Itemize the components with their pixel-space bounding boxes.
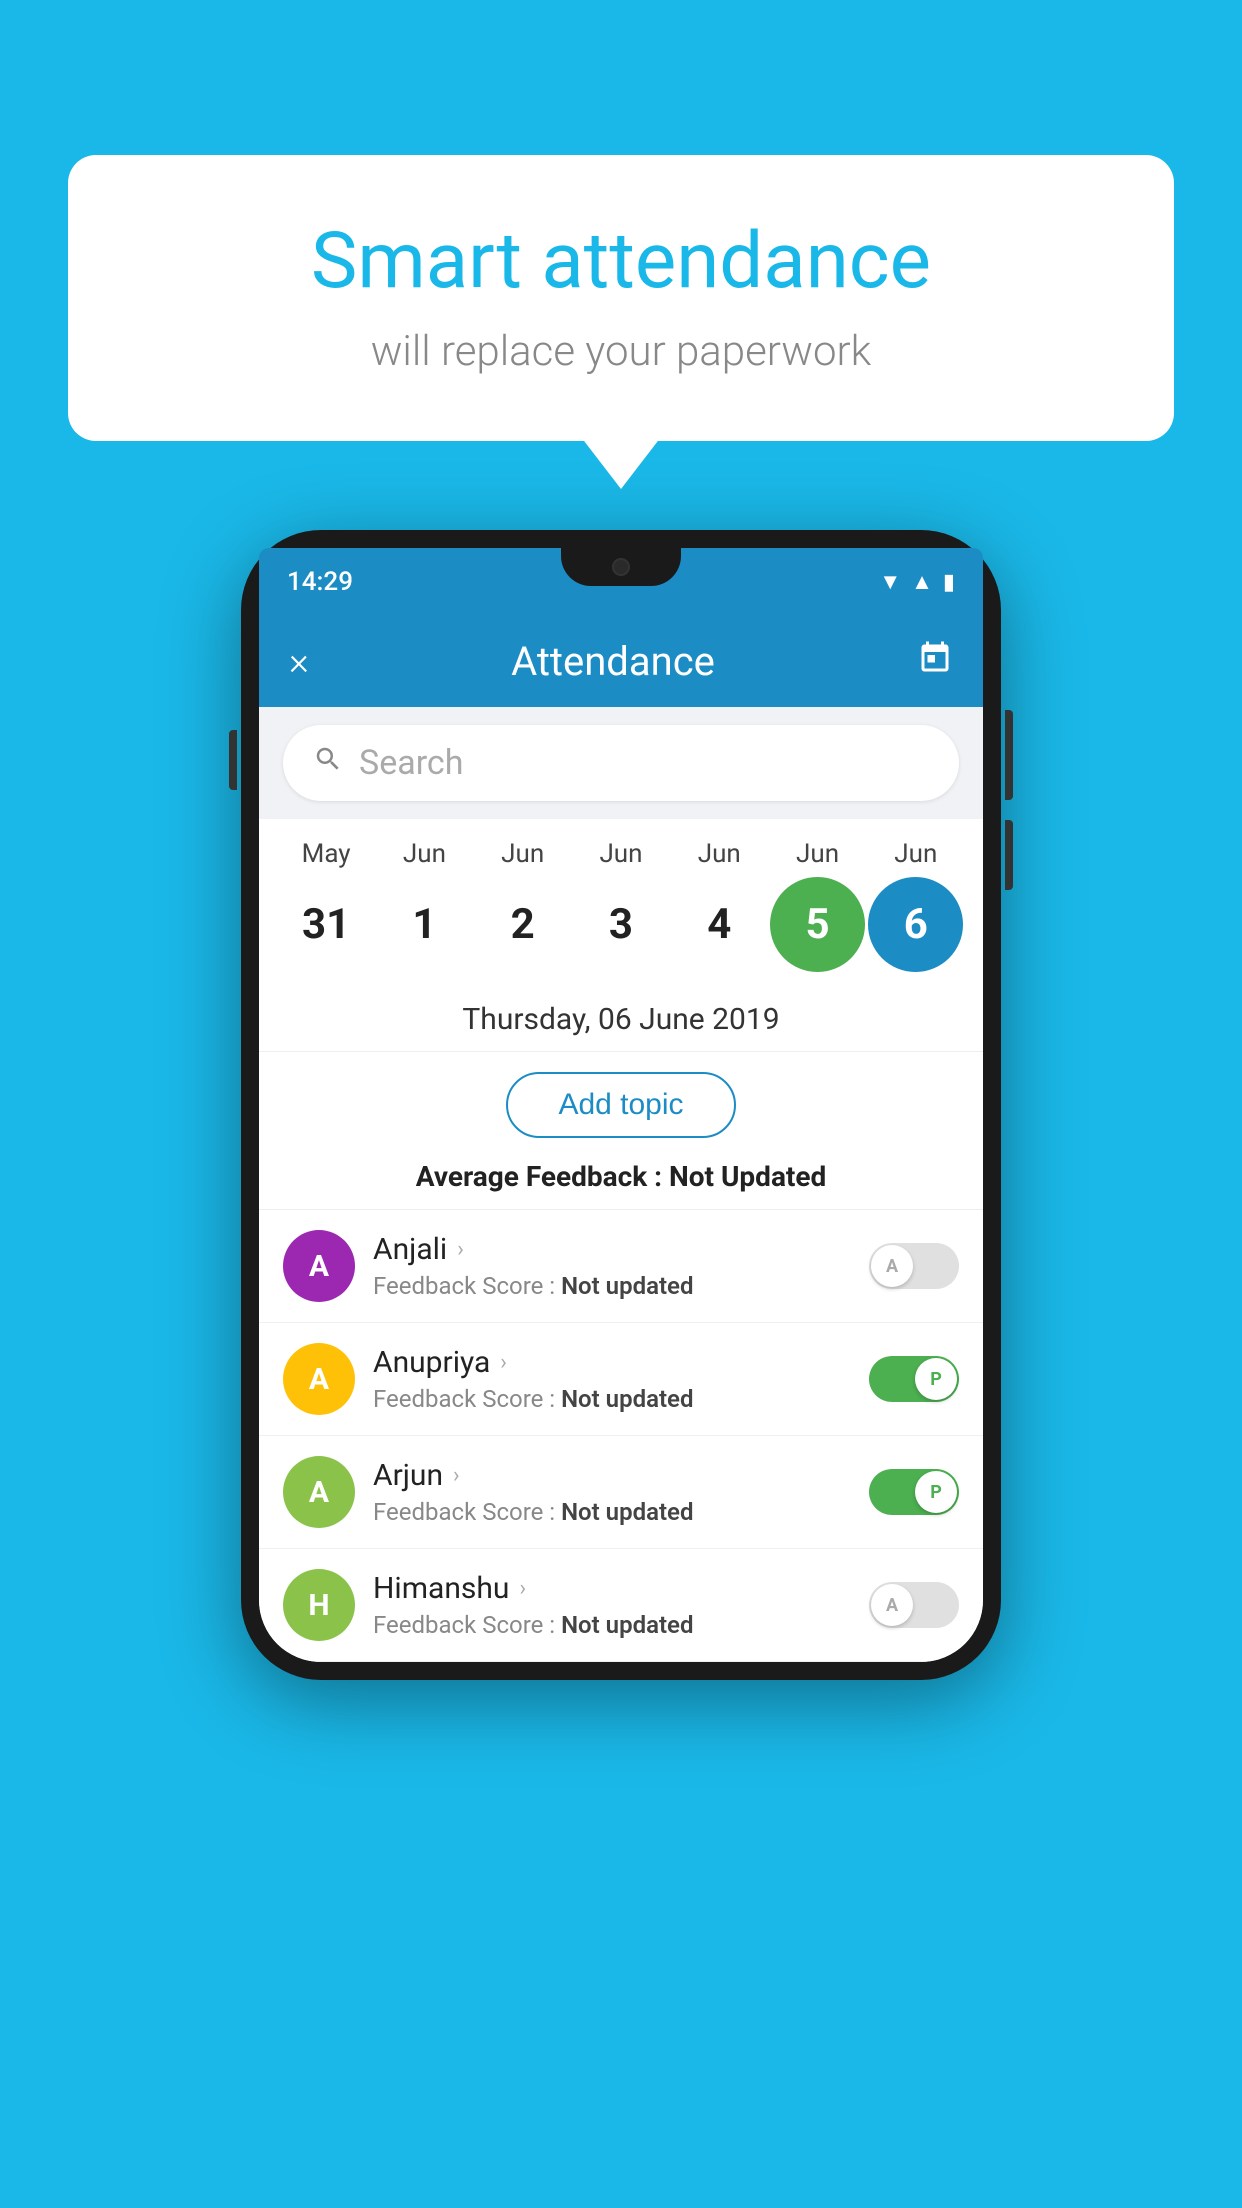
student-feedback-1: Feedback Score : Not updated (373, 1385, 851, 1413)
side-button-left (229, 730, 237, 790)
calendar-strip: MayJunJunJunJunJunJun 31123456 (259, 819, 983, 982)
bubble-subtitle: will replace your paperwork (118, 327, 1124, 376)
toggle-thumb-1: P (915, 1358, 957, 1400)
notch (561, 548, 681, 586)
student-list: A Anjali › Feedback Score : Not updated … (259, 1210, 983, 1662)
phone-wrapper: 14:29 ▼ ▲ ▮ × Attendance (241, 530, 1001, 1680)
side-button-right-1 (1005, 710, 1013, 800)
attendance-toggle-1[interactable]: P (869, 1356, 959, 1402)
attendance-toggle-0[interactable]: A (869, 1243, 959, 1289)
add-topic-container: Add topic (259, 1052, 983, 1154)
calendar-months-row: MayJunJunJunJunJunJun (269, 839, 973, 869)
toggle-thumb-2: P (915, 1471, 957, 1513)
average-feedback: Average Feedback : Not Updated (259, 1154, 983, 1210)
student-feedback-2: Feedback Score : Not updated (373, 1498, 851, 1526)
student-item-0: A Anjali › Feedback Score : Not updated … (259, 1210, 983, 1323)
student-name-2[interactable]: Arjun › (373, 1458, 851, 1493)
phone-frame: 14:29 ▼ ▲ ▮ × Attendance (241, 530, 1001, 1680)
search-container: Search (259, 707, 983, 819)
student-info-2: Arjun › Feedback Score : Not updated (355, 1458, 869, 1526)
cal-date-3[interactable]: 3 (573, 877, 668, 972)
attendance-toggle-wrapper-3[interactable]: A (869, 1582, 959, 1628)
search-bar[interactable]: Search (283, 725, 959, 801)
attendance-toggle-wrapper-1[interactable]: P (869, 1356, 959, 1402)
student-info-0: Anjali › Feedback Score : Not updated (355, 1232, 869, 1300)
chevron-icon-1: › (500, 1350, 507, 1375)
calendar-icon[interactable] (917, 640, 953, 684)
student-avatar-3: H (283, 1569, 355, 1641)
cal-date-0[interactable]: 31 (279, 877, 374, 972)
chevron-icon-3: › (519, 1576, 526, 1601)
status-bar: 14:29 ▼ ▲ ▮ (259, 548, 983, 616)
add-topic-button[interactable]: Add topic (506, 1072, 735, 1138)
attendance-toggle-wrapper-2[interactable]: P (869, 1469, 959, 1515)
student-info-3: Himanshu › Feedback Score : Not updated (355, 1571, 869, 1639)
student-name-0[interactable]: Anjali › (373, 1232, 851, 1267)
student-name-3[interactable]: Himanshu › (373, 1571, 851, 1606)
chevron-icon-2: › (453, 1463, 460, 1488)
cal-date-1[interactable]: 1 (377, 877, 472, 972)
cal-month-1: Jun (377, 839, 472, 869)
status-icons: ▼ ▲ ▮ (879, 569, 955, 595)
student-feedback-0: Feedback Score : Not updated (373, 1272, 851, 1300)
student-info-1: Anupriya › Feedback Score : Not updated (355, 1345, 869, 1413)
calendar-dates-row: 31123456 (269, 877, 973, 972)
attendance-toggle-2[interactable]: P (869, 1469, 959, 1515)
student-feedback-3: Feedback Score : Not updated (373, 1611, 851, 1639)
student-item-1: A Anupriya › Feedback Score : Not update… (259, 1323, 983, 1436)
cal-month-3: Jun (573, 839, 668, 869)
cal-date-5[interactable]: 5 (770, 877, 865, 972)
cal-month-2: Jun (475, 839, 570, 869)
attendance-toggle-wrapper-0[interactable]: A (869, 1243, 959, 1289)
camera-dot (612, 558, 630, 576)
app-header: × Attendance (259, 616, 983, 707)
student-name-1[interactable]: Anupriya › (373, 1345, 851, 1380)
speech-bubble-container: Smart attendance will replace your paper… (68, 155, 1174, 441)
attendance-toggle-3[interactable]: A (869, 1582, 959, 1628)
phone-screen: × Attendance Search (259, 616, 983, 1662)
bubble-title: Smart attendance (118, 215, 1124, 309)
header-title: Attendance (511, 638, 715, 685)
avg-feedback-value: Not Updated (669, 1160, 826, 1193)
side-button-right-2 (1005, 820, 1013, 890)
speech-bubble: Smart attendance will replace your paper… (68, 155, 1174, 441)
student-item-2: A Arjun › Feedback Score : Not updated P (259, 1436, 983, 1549)
toggle-thumb-3: A (871, 1584, 913, 1626)
cal-date-2[interactable]: 2 (475, 877, 570, 972)
selected-date-display: Thursday, 06 June 2019 (259, 982, 983, 1052)
cal-date-4[interactable]: 4 (672, 877, 767, 972)
cal-month-4: Jun (672, 839, 767, 869)
student-avatar-0: A (283, 1230, 355, 1302)
avg-feedback-label: Average Feedback : (416, 1160, 662, 1193)
signal-icon: ▲ (911, 569, 933, 595)
cal-month-5: Jun (770, 839, 865, 869)
cal-month-6: Jun (868, 839, 963, 869)
battery-icon: ▮ (943, 570, 955, 595)
chevron-icon-0: › (457, 1237, 464, 1262)
cal-date-6[interactable]: 6 (868, 877, 963, 972)
student-avatar-1: A (283, 1343, 355, 1415)
cal-month-0: May (279, 839, 374, 869)
status-time: 14:29 (287, 567, 353, 597)
student-item-3: H Himanshu › Feedback Score : Not update… (259, 1549, 983, 1662)
student-avatar-2: A (283, 1456, 355, 1528)
search-input-placeholder: Search (359, 743, 463, 783)
toggle-thumb-0: A (871, 1245, 913, 1287)
close-button[interactable]: × (289, 640, 309, 684)
search-icon (313, 744, 343, 782)
wifi-icon: ▼ (879, 569, 901, 595)
